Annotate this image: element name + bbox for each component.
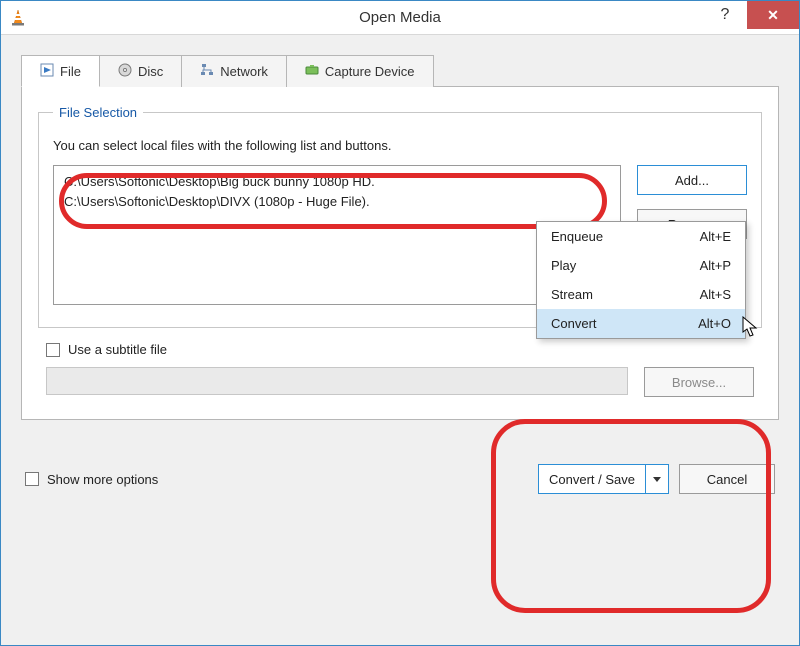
help-button[interactable]: ? <box>703 1 747 29</box>
tab-bar: File Disc Network Capture Device <box>21 55 779 87</box>
tab-file[interactable]: File <box>21 55 100 87</box>
menu-item-label: Stream <box>551 287 593 302</box>
subtitle-path-input <box>46 367 628 395</box>
use-subtitle-row: Use a subtitle file <box>38 342 762 357</box>
network-icon <box>200 63 214 80</box>
menu-item-stream[interactable]: Stream Alt+S <box>537 280 745 309</box>
close-button[interactable]: ✕ <box>747 1 799 29</box>
capture-icon <box>305 63 319 80</box>
vlc-icon <box>9 9 27 27</box>
convert-save-label[interactable]: Convert / Save <box>539 465 646 493</box>
client-area: File Disc Network Capture Device <box>1 35 799 504</box>
titlebar: Open Media ? ✕ <box>1 1 799 35</box>
menu-item-shortcut: Alt+E <box>700 229 731 244</box>
use-subtitle-label: Use a subtitle file <box>68 342 167 357</box>
disc-icon <box>118 63 132 80</box>
menu-item-shortcut: Alt+O <box>698 316 731 331</box>
menu-item-convert[interactable]: Convert Alt+O <box>537 309 745 338</box>
tab-network[interactable]: Network <box>181 55 287 87</box>
file-selection-help: You can select local files with the foll… <box>53 138 747 153</box>
file-selection-legend: File Selection <box>53 105 143 120</box>
cancel-button[interactable]: Cancel <box>679 464 775 494</box>
add-button[interactable]: Add... <box>637 165 747 195</box>
menu-item-label: Enqueue <box>551 229 603 244</box>
window-title: Open Media <box>1 9 799 26</box>
show-more-label: Show more options <box>47 472 158 487</box>
convert-save-menu: Enqueue Alt+E Play Alt+P Stream Alt+S Co… <box>536 221 746 339</box>
chevron-down-icon[interactable] <box>646 465 668 493</box>
show-more-checkbox[interactable] <box>25 472 39 486</box>
browse-button: Browse... <box>644 367 754 397</box>
file-icon <box>40 63 54 80</box>
tab-disc[interactable]: Disc <box>99 55 182 87</box>
menu-item-shortcut: Alt+P <box>700 258 731 273</box>
use-subtitle-checkbox[interactable] <box>46 343 60 357</box>
tab-label: Capture Device <box>325 64 415 79</box>
menu-item-label: Convert <box>551 316 597 331</box>
list-item[interactable]: C:\Users\Softonic\Desktop\Big buck bunny… <box>64 172 610 192</box>
convert-save-split-button[interactable]: Convert / Save <box>538 464 669 494</box>
list-item[interactable]: C:\Users\Softonic\Desktop\DIVX (1080p - … <box>64 192 610 212</box>
tab-label: Disc <box>138 64 163 79</box>
menu-item-shortcut: Alt+S <box>700 287 731 302</box>
menu-item-play[interactable]: Play Alt+P <box>537 251 745 280</box>
tab-label: File <box>60 64 81 79</box>
show-more-options-row: Show more options <box>25 472 158 487</box>
dialog-footer: Show more options Convert / Save Cancel <box>21 464 779 494</box>
tab-capture-device[interactable]: Capture Device <box>286 55 434 87</box>
file-tab-panel: File Selection You can select local file… <box>21 86 779 420</box>
tab-label: Network <box>220 64 268 79</box>
menu-item-label: Play <box>551 258 576 273</box>
menu-item-enqueue[interactable]: Enqueue Alt+E <box>537 222 745 251</box>
open-media-dialog: Open Media ? ✕ File Disc <box>0 0 800 646</box>
